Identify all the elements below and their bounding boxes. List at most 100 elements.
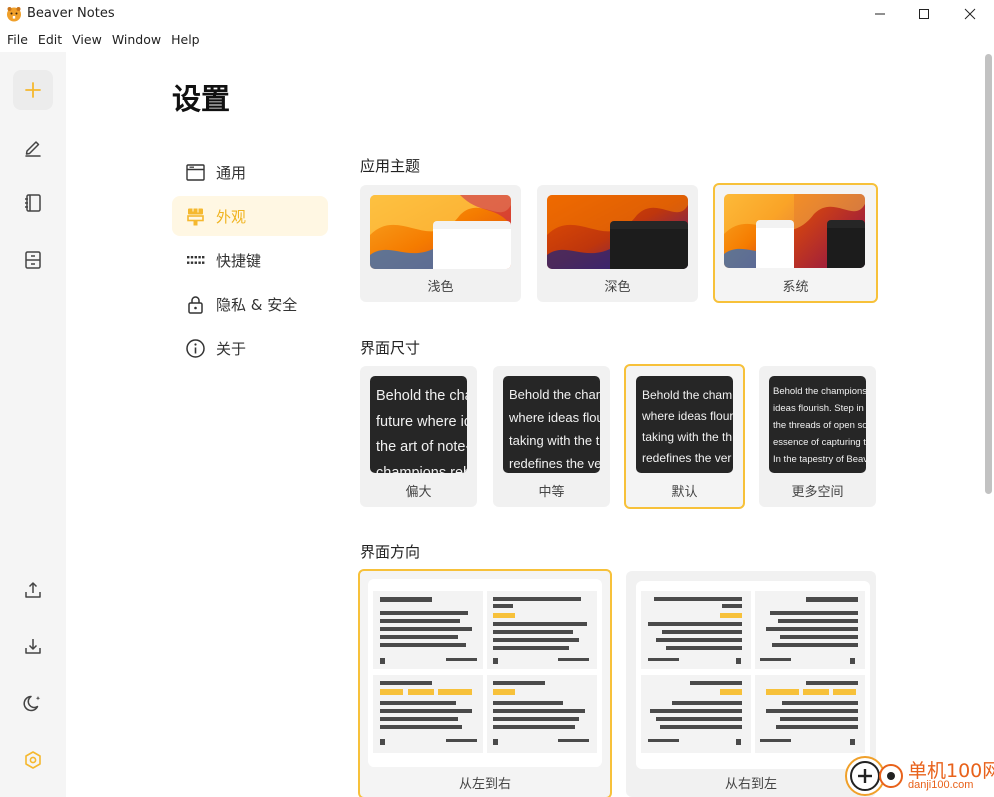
- preview-line: where ideas flou: [509, 410, 600, 425]
- nav-item-label: 隐私 & 安全: [216, 295, 298, 314]
- preview-line: Behold the chan: [509, 387, 600, 402]
- export-button[interactable]: [13, 570, 53, 610]
- light-theme-preview: [370, 195, 511, 269]
- preview-line: the threads of open so: [773, 420, 866, 431]
- new-note-button[interactable]: [13, 70, 53, 110]
- preview-line: taking with the th: [642, 430, 733, 444]
- size-preview: Behold the chan where ideas flou taking …: [503, 376, 600, 473]
- scrollbar-thumb[interactable]: [985, 54, 992, 494]
- beaver-logo-icon: [7, 7, 21, 22]
- direction-option-label: 从左到右: [458, 777, 511, 792]
- upload-icon: [25, 582, 41, 598]
- size-option-medium[interactable]: Behold the chan where ideas flou taking …: [493, 366, 610, 507]
- menu-file[interactable]: File: [7, 28, 28, 52]
- watermark-domain: danji100.com: [908, 779, 974, 791]
- moon-icon: [23, 695, 41, 712]
- size-preview: Behold the cham where ideas flour taking…: [636, 376, 733, 473]
- size-option-label: 更多空间: [791, 485, 844, 500]
- window-title: Beaver Notes: [27, 6, 115, 21]
- minimize-icon: [875, 13, 885, 15]
- theme-option-dark[interactable]: 深色: [537, 185, 698, 302]
- direction-section-title: 界面方向: [360, 543, 421, 561]
- notebook-button[interactable]: [13, 183, 53, 223]
- direction-option-rtl[interactable]: 从右到左: [626, 571, 876, 797]
- nav-item-general[interactable]: 通用: [172, 152, 328, 192]
- size-option-label: 偏大: [405, 485, 432, 500]
- theme-option-label: 浅色: [427, 280, 454, 295]
- size-preview: Behold the cha future where id the art o…: [370, 376, 467, 473]
- preview-line: Behold the cham: [642, 388, 733, 402]
- direction-option-ltr[interactable]: 从左到右: [358, 569, 612, 797]
- close-button[interactable]: [947, 0, 993, 28]
- preview-line: taking with the t: [509, 433, 600, 448]
- notes-button[interactable]: [13, 127, 53, 167]
- menu-bar: File Edit View Window Help: [0, 28, 994, 52]
- app-window: Beaver Notes File Edit View Window Help: [0, 0, 994, 797]
- size-option-label: 默认: [671, 485, 698, 500]
- preview-line: future where id: [376, 413, 467, 430]
- title-bar: Beaver Notes: [0, 0, 994, 28]
- nav-item-label: 关于: [216, 339, 247, 358]
- archive-icon: [25, 251, 41, 269]
- size-option-more-space[interactable]: Behold the champions ideas flourish. Ste…: [759, 366, 876, 507]
- maximize-icon: [919, 9, 929, 19]
- menu-edit[interactable]: Edit: [38, 28, 62, 52]
- maximize-button[interactable]: [901, 0, 947, 28]
- size-option-label: 中等: [538, 485, 565, 500]
- nav-item-about[interactable]: 关于: [172, 328, 328, 368]
- keyboard-icon: [187, 255, 205, 264]
- notebook-icon: [25, 194, 41, 212]
- preview-line: redefines the ve: [509, 456, 600, 471]
- nav-item-label: 通用: [216, 163, 247, 182]
- preview-line: essence of capturing t: [773, 437, 866, 448]
- download-icon: [25, 639, 41, 654]
- page-title: 设置: [172, 82, 231, 116]
- direction-option-label: 从右到左: [724, 777, 777, 792]
- paint-roller-icon: [187, 208, 204, 225]
- dark-theme-preview: [547, 195, 688, 269]
- preview-line: Behold the champions: [773, 386, 866, 397]
- preview-line: champions reh: [376, 464, 467, 474]
- theme-section-title: 应用主题: [360, 157, 421, 175]
- lock-icon: [188, 295, 203, 314]
- theme-option-system[interactable]: 系统: [713, 183, 878, 303]
- preview-line: where ideas flour: [642, 409, 733, 423]
- nav-item-shortcuts[interactable]: 快捷键: [172, 240, 328, 280]
- import-button[interactable]: [13, 626, 53, 666]
- preview-line: redefines the ver: [642, 451, 732, 465]
- info-icon: [186, 338, 205, 358]
- nav-item-label: 外观: [216, 207, 247, 226]
- preview-line: the art of note-: [376, 439, 467, 455]
- watermark-logo-icon: [845, 756, 903, 796]
- pencil-icon: [25, 141, 41, 157]
- theme-option-label: 系统: [782, 280, 809, 295]
- preview-line: ideas flourish. Step in: [773, 403, 864, 414]
- theme-option-light[interactable]: 浅色: [360, 185, 521, 302]
- theme-option-label: 深色: [604, 280, 631, 295]
- size-preview: Behold the champions ideas flourish. Ste…: [769, 376, 866, 473]
- close-icon: [964, 8, 976, 20]
- menu-window[interactable]: Window: [112, 28, 161, 52]
- dark-mode-button[interactable]: [13, 683, 53, 723]
- nav-item-appearance[interactable]: 外观: [172, 196, 328, 236]
- settings-hexagon-icon: [25, 751, 41, 769]
- ltr-layout-preview: [368, 579, 602, 767]
- plus-icon: [25, 82, 41, 98]
- watermark: 单机100网 danji100.com: [844, 754, 994, 797]
- size-option-large[interactable]: Behold the cha future where id the art o…: [360, 366, 477, 507]
- preview-line: In the tapestry of Beav: [773, 454, 866, 465]
- system-theme-preview: [724, 194, 865, 268]
- preview-line: Behold the cha: [376, 388, 467, 404]
- size-section-title: 界面尺寸: [360, 339, 421, 357]
- archive-button[interactable]: [13, 240, 53, 280]
- settings-button[interactable]: [13, 740, 53, 780]
- minimize-button[interactable]: [857, 0, 903, 28]
- size-option-default[interactable]: Behold the cham where ideas flour taking…: [624, 364, 745, 509]
- menu-view[interactable]: View: [72, 28, 102, 52]
- nav-item-label: 快捷键: [216, 251, 262, 270]
- window-icon: [186, 163, 205, 181]
- sidebar-rail: [0, 52, 66, 797]
- nav-item-privacy[interactable]: 隐私 & 安全: [172, 284, 328, 324]
- menu-help[interactable]: Help: [171, 28, 200, 52]
- rtl-layout-preview: [636, 581, 870, 769]
